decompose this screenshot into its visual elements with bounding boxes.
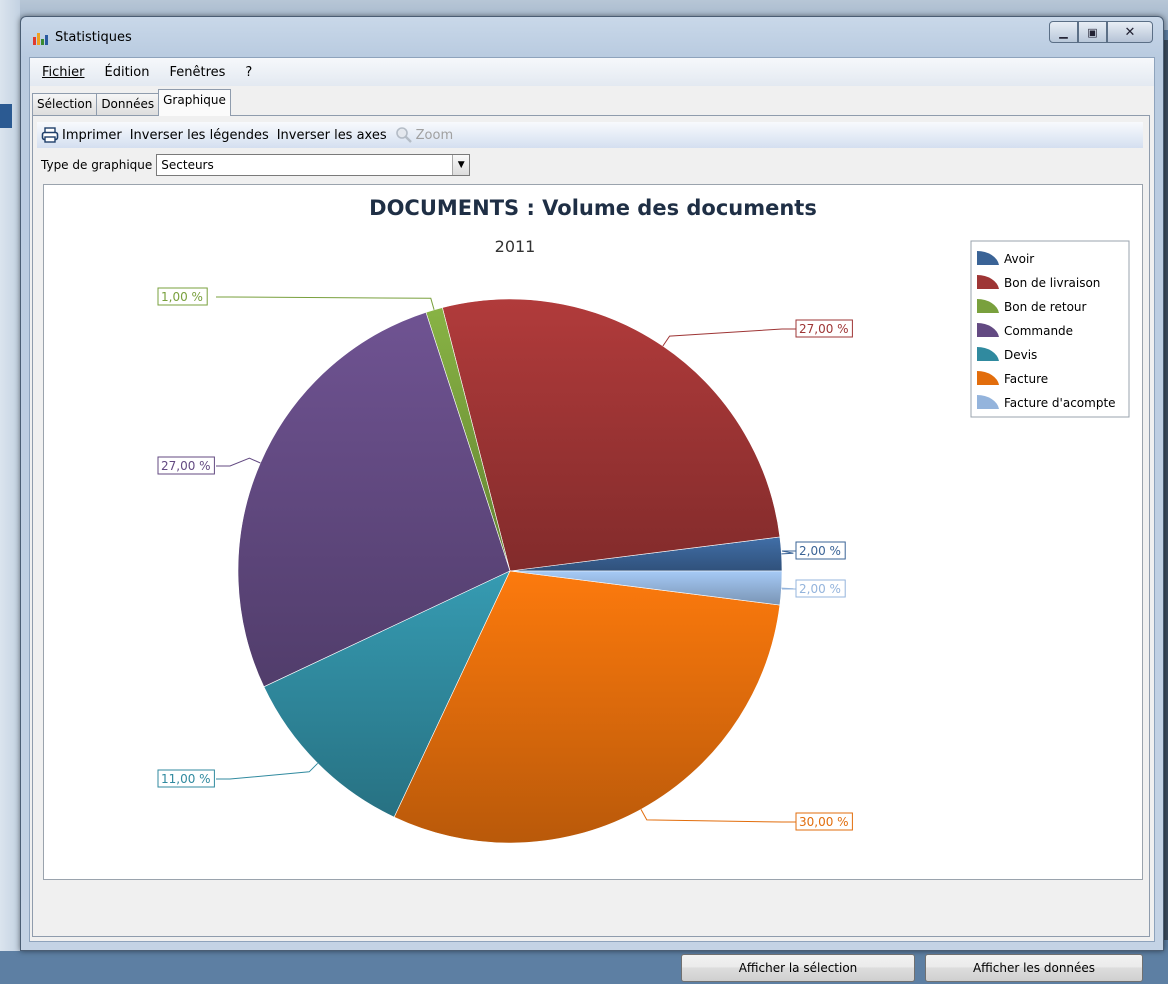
dropdown-arrow-icon[interactable]: ▼ <box>452 155 470 175</box>
data-label-avoir: 2,00 % <box>799 544 841 558</box>
menu-help[interactable]: ? <box>243 63 254 82</box>
close-icon: ✕ <box>1124 24 1136 40</box>
tab-donnees[interactable]: Données <box>96 93 160 116</box>
menu-edition[interactable]: Édition <box>103 63 152 82</box>
background-selection <box>0 104 12 128</box>
leader-line-bon-de-livraison <box>662 328 796 347</box>
data-label-facture-d-acompte: 2,00 % <box>799 582 841 596</box>
legend-item-facture-d-acompte: Facture d'acompte <box>1004 396 1116 410</box>
bottom-button-bar: Afficher la sélection Afficher les donné… <box>33 944 1149 984</box>
maximize-icon: ▣ <box>1087 25 1098 39</box>
chart-toolbar: Imprimer Inverser les légendes Inverser … <box>37 122 1143 148</box>
chart-type-row: Type de graphique Secteurs ▼ <box>41 154 471 176</box>
window-client-area: Fichier Édition Fenêtres ? Sélection Don… <box>29 57 1155 982</box>
background-window-edge <box>0 0 20 951</box>
show-selection-button[interactable]: Afficher la sélection <box>681 954 915 982</box>
data-label-commande: 27,00 % <box>161 459 211 473</box>
show-data-button[interactable]: Afficher les données <box>925 954 1143 982</box>
chart-type-value: Secteurs <box>161 158 214 172</box>
data-label-facture: 30,00 % <box>799 815 849 829</box>
window-title: Statistiques <box>55 30 132 45</box>
legend-item-facture: Facture <box>1004 372 1048 386</box>
data-label-bon-de-retour: 1,00 % <box>161 290 203 304</box>
close-button[interactable]: ✕ <box>1107 21 1153 43</box>
minimize-icon: ▁ <box>1059 25 1068 39</box>
chart-title: DOCUMENTS : Volume des documents <box>369 196 817 220</box>
invert-legends-button[interactable]: Inverser les légendes <box>130 128 269 143</box>
legend-item-devis: Devis <box>1004 348 1037 362</box>
print-label: Imprimer <box>62 127 122 143</box>
leader-line-bon-de-retour <box>216 296 435 310</box>
tab-selection[interactable]: Sélection <box>32 93 98 116</box>
leader-line-facture-d-acompte <box>781 587 796 590</box>
leader-line-commande <box>216 457 261 467</box>
chart-type-select[interactable]: Secteurs ▼ <box>156 154 471 176</box>
maximize-button[interactable]: ▣ <box>1078 21 1107 43</box>
statistics-window: Statistiques ▁ ▣ ✕ Fichier Édition Fenêt… <box>20 16 1164 982</box>
data-label-bon-de-livraison: 27,00 % <box>799 322 849 336</box>
leader-line-devis <box>216 762 319 780</box>
minimize-button[interactable]: ▁ <box>1049 21 1078 43</box>
leader-line-avoir <box>781 550 796 555</box>
print-button[interactable]: Imprimer <box>41 126 122 144</box>
zoom-button[interactable]: Zoom <box>395 126 453 144</box>
legend-item-bon-de-retour: Bon de retour <box>1004 300 1087 314</box>
legend-item-avoir: Avoir <box>1004 252 1034 266</box>
legend-item-bon-de-livraison: Bon de livraison <box>1004 276 1100 290</box>
magnifier-icon <box>395 127 412 143</box>
leader-line-facture <box>640 809 796 823</box>
data-label-devis: 11,00 % <box>161 772 211 786</box>
chart-type-label: Type de graphique <box>41 158 153 172</box>
graph-tab-panel: Imprimer Inverser les légendes Inverser … <box>32 115 1150 982</box>
zoom-label: Zoom <box>415 127 454 143</box>
printer-icon <box>41 127 59 143</box>
invert-axes-button[interactable]: Inverser les axes <box>277 128 387 143</box>
tab-strip: Sélection Données Graphique <box>32 89 231 116</box>
invert-legends-label: Inverser les légendes <box>129 127 269 143</box>
tab-graphique[interactable]: Graphique <box>158 89 231 116</box>
menu-bar: Fichier Édition Fenêtres ? <box>30 58 1154 86</box>
menu-fenetres[interactable]: Fenêtres <box>167 63 227 82</box>
chart-subtitle: 2011 <box>495 237 536 256</box>
menu-fichier[interactable]: Fichier <box>40 63 87 82</box>
pie-chart: DOCUMENTS : Volume des documents 2011 2,00… <box>157 196 1130 844</box>
bar-chart-icon <box>33 31 49 45</box>
title-bar[interactable]: Statistiques ▁ ▣ ✕ <box>21 17 1163 57</box>
chart-area: DOCUMENTS : Volume des documents 2011 2,00… <box>43 184 1143 880</box>
invert-axes-label: Inverser les axes <box>276 127 387 143</box>
legend-item-commande: Commande <box>1004 324 1073 338</box>
